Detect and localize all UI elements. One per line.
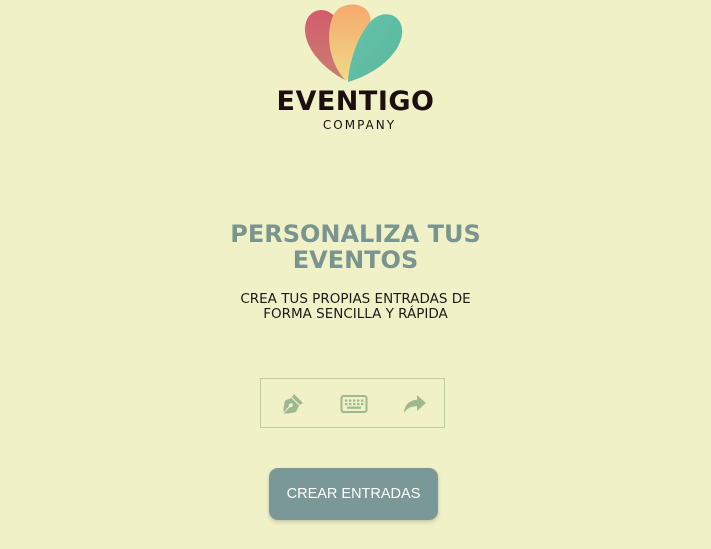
brand-name: EVENTIGO bbox=[276, 86, 435, 117]
page-subtitle: CREA TUS PROPIAS ENTRADAS DE FORMA SENCI… bbox=[0, 292, 711, 322]
page-title: PERSONALIZA TUS EVENTOS bbox=[0, 221, 711, 273]
edit-tool-button[interactable] bbox=[279, 391, 307, 417]
share-tool-button[interactable] bbox=[401, 391, 429, 417]
brand-subtitle: COMPANY bbox=[322, 118, 397, 132]
tools-panel bbox=[260, 378, 445, 428]
pen-nib-icon bbox=[283, 394, 303, 414]
keyboard-icon bbox=[340, 395, 368, 413]
create-tickets-button[interactable]: CREAR ENTRADAS bbox=[269, 468, 438, 520]
logo-petals-icon bbox=[304, 4, 403, 83]
page-subtitle-line-2: FORMA SENCILLA Y RÁPIDA bbox=[263, 306, 448, 322]
page-subtitle-line-1: CREA TUS PROPIAS ENTRADAS DE bbox=[240, 291, 471, 307]
keyboard-tool-button[interactable] bbox=[340, 391, 368, 417]
page-title-line-1: PERSONALIZA TUS bbox=[230, 220, 481, 248]
share-arrow-icon bbox=[404, 395, 426, 413]
page-title-line-2: EVENTOS bbox=[292, 246, 419, 274]
